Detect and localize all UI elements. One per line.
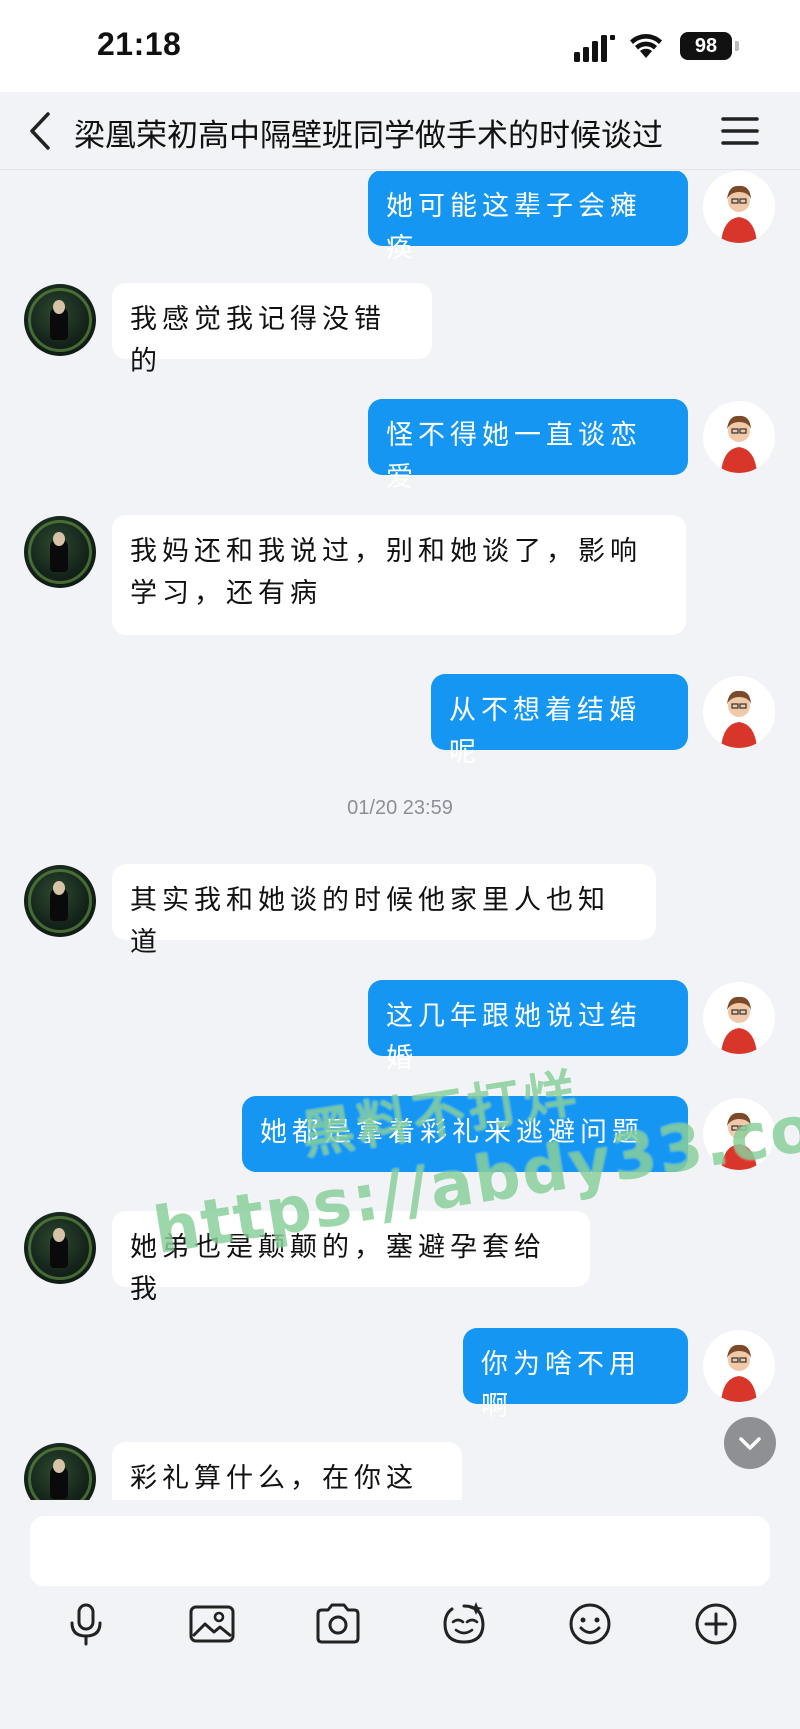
scroll-to-bottom-button[interactable] — [724, 1417, 776, 1469]
message-bubble-incoming[interactable]: 彩礼算什么，在你这里 — [112, 1442, 462, 1501]
back-button[interactable] — [20, 106, 64, 156]
self-avatar-icon — [703, 676, 775, 748]
self-avatar[interactable] — [703, 982, 775, 1054]
chat-title: 梁凰荣初高中隔壁班同学做手术的时候谈过 — [74, 118, 663, 154]
self-avatar-icon — [703, 171, 775, 243]
battery-tip — [735, 41, 739, 51]
emoji-icon[interactable] — [562, 1596, 618, 1652]
cellular-signal-icon — [574, 35, 615, 62]
message-bubble-outgoing[interactable]: 你为啥不用啊 — [463, 1328, 688, 1422]
self-avatar[interactable] — [703, 676, 775, 748]
contact-avatar[interactable] — [24, 1443, 96, 1501]
message-timestamp: 01/20 23:59 — [347, 797, 453, 819]
message-text: 你为啥不用啊 — [481, 1349, 641, 1422]
message-text: 彩礼算什么，在你这里 — [130, 1463, 418, 1494]
self-avatar[interactable] — [703, 1330, 775, 1402]
message-text: 从不想着结婚呢 — [449, 695, 641, 768]
status-bar: 21:18 98 — [0, 0, 800, 92]
contact-avatar[interactable] — [24, 516, 96, 588]
message-bubble-outgoing[interactable]: 这几年跟她说过结婚 — [368, 980, 688, 1074]
plus-icon[interactable] — [688, 1596, 744, 1652]
self-avatar-icon — [703, 982, 775, 1054]
image-icon[interactable] — [184, 1596, 240, 1652]
self-avatar[interactable] — [703, 401, 775, 473]
chevron-down-icon — [739, 1437, 761, 1450]
contact-avatar[interactable] — [24, 865, 96, 937]
self-avatar-icon — [703, 401, 775, 473]
message-text: 我妈还和我说过，别和她谈了，影响学习，还有病 — [130, 536, 642, 609]
message-text: 怪不得她一直谈恋爱 — [386, 420, 642, 493]
battery-indicator: 98 — [680, 32, 732, 60]
message-bubble-outgoing[interactable]: 怪不得她一直谈恋爱 — [368, 399, 688, 493]
contact-avatar[interactable] — [24, 1212, 96, 1284]
chat-area[interactable]: 她可能这辈子会瘫痪 我感觉我记得没错的 怪不得她一直谈恋爱 我妈还和我说过，别和… — [0, 171, 800, 1501]
contact-avatar[interactable] — [24, 284, 96, 356]
message-bubble-incoming[interactable]: 其实我和她谈的时候他家里人也知道 — [112, 864, 656, 958]
status-time: 21:18 — [97, 26, 182, 62]
wifi-icon — [630, 34, 662, 58]
camera-icon[interactable] — [310, 1596, 366, 1652]
message-input[interactable] — [30, 1516, 770, 1586]
chat-header: 梁凰荣初高中隔壁班同学做手术的时候谈过 — [0, 92, 800, 170]
message-bubble-outgoing[interactable]: 从不想着结婚呢 — [431, 674, 688, 768]
message-bubble-incoming[interactable]: 我妈还和我说过，别和她谈了，影响学习，还有病 — [112, 515, 686, 635]
message-text: 她可能这辈子会瘫痪 — [386, 191, 642, 264]
microphone-icon[interactable] — [58, 1596, 114, 1652]
message-bubble-outgoing[interactable]: 她可能这辈子会瘫痪 — [368, 171, 688, 264]
input-area — [0, 1500, 800, 1729]
self-avatar-icon — [703, 1330, 775, 1402]
message-text: 其实我和她谈的时候他家里人也知道 — [130, 885, 610, 958]
menu-button[interactable] — [716, 110, 764, 152]
sticker-icon[interactable] — [436, 1596, 492, 1652]
self-avatar[interactable] — [703, 171, 775, 243]
message-text: 我感觉我记得没错的 — [130, 304, 386, 377]
message-bubble-incoming[interactable]: 我感觉我记得没错的 — [112, 283, 432, 377]
